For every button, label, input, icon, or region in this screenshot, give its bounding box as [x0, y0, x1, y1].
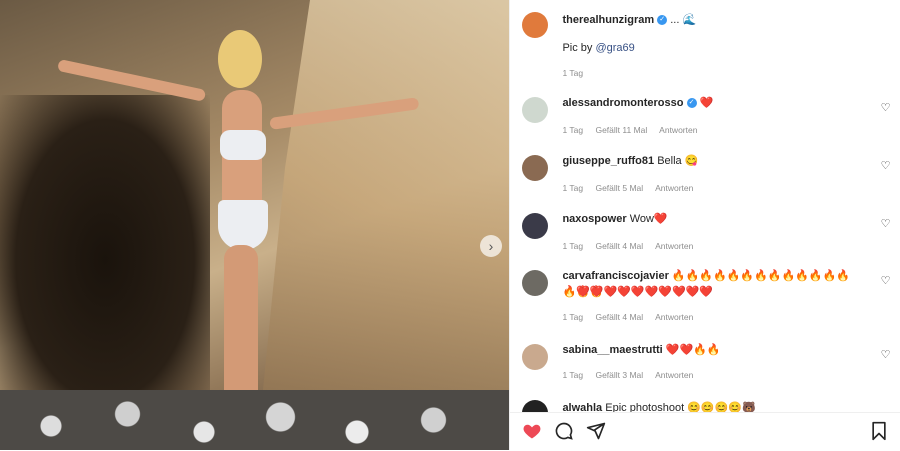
verified-icon: ✓	[657, 15, 668, 26]
comments-scroll[interactable]: therealhunzigram ✓ ... 🌊 Pic by @gra69 1…	[510, 0, 900, 412]
comment-body: Bella 😋	[657, 155, 699, 167]
comment-icon[interactable]	[554, 421, 574, 441]
head	[218, 30, 262, 88]
author-avatar[interactable]	[522, 12, 549, 38]
like-heart-icon[interactable]	[522, 421, 542, 441]
like-comment-icon[interactable]: ♡	[881, 348, 891, 361]
author-line: therealhunzigram ✓ ... 🌊	[562, 12, 862, 28]
comment-text: alwahla Epic photoshoot 😊😊😊😊🐻	[562, 400, 862, 412]
verified-icon: ✓	[686, 98, 697, 109]
comment-body: ❤️❤️🔥🔥	[665, 344, 721, 356]
swim-bottom	[218, 200, 268, 250]
comment-meta: 1 Tag Gefällt 11 Mal Antworten	[562, 125, 698, 135]
caption-time[interactable]: 1 Tag	[562, 68, 583, 78]
comment-username[interactable]: sabina__maestrutti	[562, 344, 662, 356]
like-comment-icon[interactable]: ♡	[881, 274, 891, 287]
comments-panel: therealhunzigram ✓ ... 🌊 Pic by @gra69 1…	[509, 0, 900, 451]
comment-text: giuseppe_ruffo81 Bella 😋	[562, 153, 862, 169]
person-figure	[200, 30, 280, 450]
next-photo-button[interactable]: ›	[480, 235, 502, 257]
avatar[interactable]	[522, 97, 549, 123]
comment-body-line2: 🔥❤️❤️❤️❤️❤️❤️❤️❤️❤️❤️	[562, 286, 714, 298]
comment-username[interactable]: alwahla	[562, 402, 602, 412]
avatar[interactable]	[522, 344, 549, 370]
share-icon[interactable]	[586, 421, 606, 441]
post-photo[interactable]: ›	[0, 0, 510, 450]
post-viewer: › therealhunzigram ✓ ... 🌊 Pic by @gra69…	[0, 0, 900, 451]
comment-text: alessandromonterosso ✓ ❤️	[562, 95, 862, 111]
comment-meta: 1 Tag Gefällt 4 Mal Antworten	[562, 241, 694, 251]
comment-username[interactable]: carvafranciscojavier	[562, 270, 668, 282]
swim-top	[220, 130, 266, 160]
comment-body: Wow❤️	[629, 213, 668, 225]
avatar[interactable]	[522, 400, 549, 412]
wave-icon: 🌊	[682, 14, 697, 26]
like-comment-icon[interactable]: ♡	[881, 217, 891, 230]
rock-light	[260, 0, 510, 420]
comment-text: sabina__maestrutti ❤️❤️🔥🔥	[562, 342, 862, 358]
cave-shadow	[0, 95, 210, 425]
comment-meta: 1 Tag Gefällt 3 Mal Antworten	[562, 370, 694, 380]
like-comment-icon[interactable]: ♡	[881, 159, 891, 172]
pebbles	[0, 390, 510, 450]
mention-link[interactable]: @gra69	[595, 42, 634, 54]
comment-meta: 1 Tag Gefällt 4 Mal Antworten	[562, 312, 694, 322]
comment-body: Epic photoshoot 😊😊😊😊🐻	[605, 402, 756, 412]
author-name[interactable]: therealhunzigram	[562, 14, 654, 26]
comment-text: naxospower Wow❤️	[562, 211, 862, 227]
like-comment-icon[interactable]: ♡	[881, 101, 891, 114]
bookmark-icon[interactable]	[870, 421, 888, 441]
author-suffix: ...	[670, 14, 680, 26]
avatar[interactable]	[522, 213, 549, 239]
action-bar	[510, 412, 900, 451]
comment-username[interactable]: alessandromonterosso	[562, 97, 683, 109]
avatar[interactable]	[522, 270, 549, 296]
caption-text: Pic by @gra69	[562, 42, 635, 54]
comment-username[interactable]: giuseppe_ruffo81	[562, 155, 654, 167]
comment-meta: 1 Tag Gefällt 5 Mal Antworten	[562, 183, 694, 193]
comment-body: ❤️	[699, 97, 714, 109]
comment-username[interactable]: naxospower	[562, 213, 626, 225]
avatar[interactable]	[522, 155, 549, 181]
